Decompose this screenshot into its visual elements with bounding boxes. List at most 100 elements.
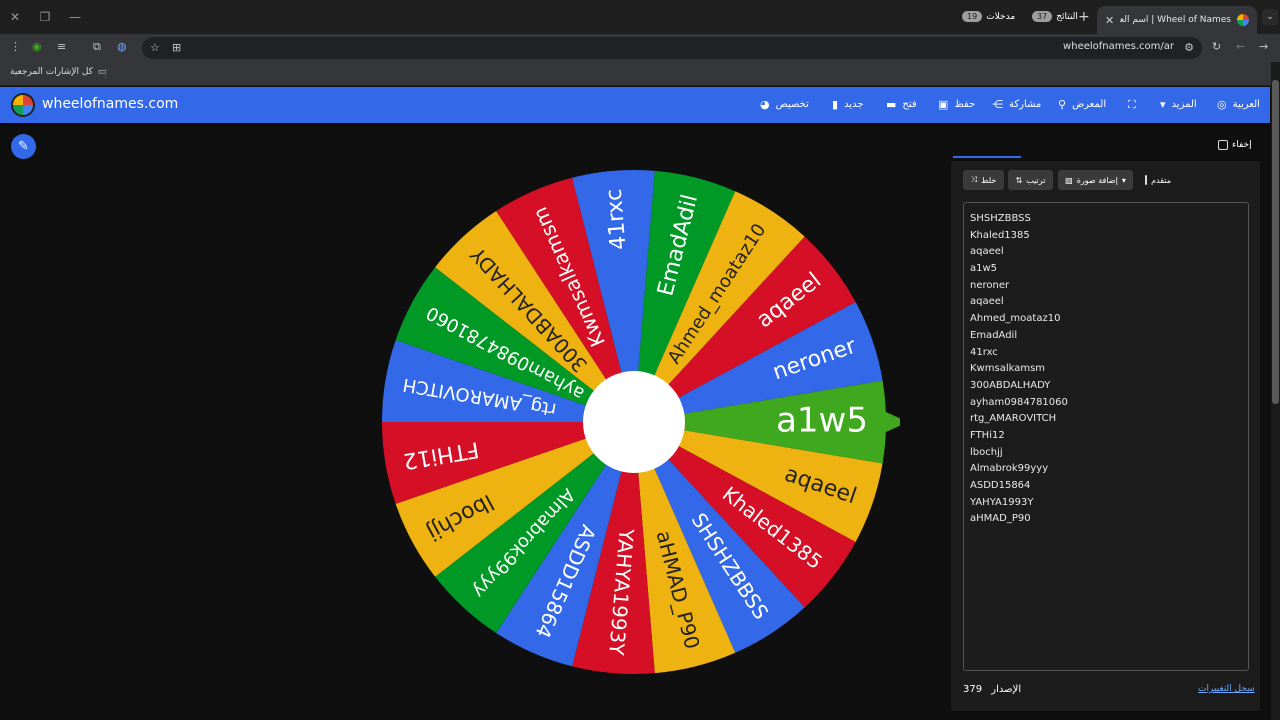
logo-icon[interactable] [11,93,35,117]
all-bookmarks-label: كل الإشارات المرجعية [10,67,93,77]
add-image-button[interactable]: ▨ إضافة صورة ▾ [1058,170,1133,190]
close-tab-icon[interactable]: ✕ [1105,14,1114,27]
address-bar[interactable]: ☆ ⊞ wheelofnames.com/ar ⚙ [142,37,1202,59]
sort-icon: ⇅ [1015,175,1023,185]
hide-toggle[interactable]: إخفاء [1218,140,1252,150]
entry-line: YAHYA1993Y [970,496,1034,508]
entry-line: Almabrok99yyy [970,463,1049,475]
add-image-label: إضافة صورة [1076,175,1118,185]
changelog-link[interactable]: سجل التغييرات [1198,684,1255,694]
language-menu[interactable]: ◎ العربية [1217,98,1260,111]
brand-name[interactable]: wheelofnames.com [42,96,178,112]
entry-line: aHMAD_P90 [970,513,1031,525]
file-icon: ▮ [832,98,839,111]
shuffle-label: خلط [981,175,997,185]
menu-dots-icon[interactable]: ⋮ [10,40,21,53]
save-button[interactable]: ▣ حفظ [938,98,975,111]
restore-window-icon[interactable]: ❐ [36,8,54,26]
wheel-segment-label: a1w5 [776,401,868,441]
more-menu[interactable]: ▾ المزيد [1160,98,1197,111]
advanced-label: متقدم [1151,175,1171,185]
caret-down-icon: ▾ [1121,175,1126,185]
close-window-icon[interactable]: ✕ [6,8,24,26]
entry-line: FTHi12 [970,429,1005,441]
advanced-checkbox[interactable] [1145,175,1148,185]
share-label: مشاركة [1009,99,1042,110]
browser-toolbar: ⋮ ◉ ≡ ⧉ ◍ ☆ ⊞ wheelofnames.com/ar ⚙ ↻ ← … [0,34,1280,62]
version-number: 379 [963,684,983,695]
hide-label: إخفاء [1232,140,1252,150]
entry-line: ASDD15864 [970,480,1031,491]
app-header: wheelofnames.com ◕ تخصيص ▮ جديد ▬ فتح ▣ … [0,87,1270,123]
wheel-container[interactable]: a1w5 aqaeel Khaled1385 SHSHZBBSS aHMAD_P90 YA… [370,145,908,705]
tab-search-icon[interactable]: ⌄ [1262,9,1278,25]
version-info: الإصدار 379 [963,684,1021,695]
save-label: حفظ [954,99,976,110]
tab-title: Wheel of Names | اسم العشوائي [1120,15,1231,25]
entry-line: lbochjj [970,446,1003,458]
edit-pencil-button[interactable]: ✎ [11,134,36,159]
entry-line: SHSHZBBSS [970,213,1031,224]
fullscreen-button[interactable]: ⛶ [1128,98,1136,112]
tab-entries[interactable]: مدخلات 19 [962,11,1015,22]
wheel-segment-label: 41rxc [602,188,632,251]
url-text: wheelofnames.com/ar [1063,41,1174,52]
back-icon[interactable]: → [1259,40,1268,53]
results-count-badge: 37 [1032,11,1053,22]
open-label: فتح [902,99,917,110]
wheel-center-button[interactable] [583,371,685,473]
language-label: العربية [1232,99,1260,110]
gallery-button[interactable]: ⚲ المعرض [1058,98,1106,111]
bookmarks-bar: ▭ كل الإشارات المرجعية | [0,62,1280,86]
tab-results-label: النتائج [1056,11,1078,22]
entry-line: Khaled1385 [970,229,1030,241]
folder-open-icon: ▬ [886,98,897,111]
entries-textarea[interactable]: SHSHZBBSS Khaled1385 aqaeel a1w5 neroner aqae… [963,202,1249,671]
share-button[interactable]: ⋲ مشاركة [992,98,1041,111]
entry-line: ayham0984781060 [970,396,1068,408]
entry-line: Kwmsalkamsm [970,363,1046,375]
scrollbar-thumb[interactable] [1272,80,1279,404]
advanced-toggle[interactable]: متقدم [1140,170,1176,190]
customize-label: تخصيص [775,99,809,110]
shuffle-icon: ⤨ [970,175,978,184]
new-button[interactable]: ▮ جديد [832,98,864,111]
pointer-arrow-icon [875,407,908,437]
tab-results[interactable]: النتائج 37 [1032,11,1078,22]
translate-icon[interactable]: ⊞ [172,41,181,54]
extensions-puzzle-icon[interactable]: ⧉ [93,40,101,54]
wheel[interactable]: a1w5aqaeelKhaled1385SHSHZBBSSaHMAD_P90YA… [370,145,908,705]
entry-line: Ahmed_moataz10 [970,313,1061,325]
open-button[interactable]: ▬ فتح [886,98,917,111]
globe-icon: ◎ [1217,98,1227,111]
pencil-icon: ✎ [18,139,29,154]
customize-button[interactable]: ◕ تخصيص [760,98,809,111]
more-label: المزيد [1171,99,1197,110]
image-icon: ▨ [1065,175,1073,185]
entry-line: neroner [970,279,1010,291]
media-icon[interactable]: ≡ [57,40,66,53]
sort-label: ترتيب [1026,175,1046,185]
active-tab-indicator [953,156,1021,158]
browser-tab-strip: ✕ ❐ — + ✕ Wheel of Names | اسم العشوائي … [0,0,1280,34]
minimize-window-icon[interactable]: — [66,8,84,26]
extension-icon[interactable]: ◉ [32,40,42,53]
entry-line: aqaeel [970,296,1004,308]
forward-icon[interactable]: ← [1236,40,1245,53]
divider: | [104,66,108,79]
save-icon: ▣ [938,98,949,111]
new-label: جديد [844,99,864,110]
cast-icon[interactable]: ◍ [117,40,127,53]
tab-entries-label: مدخلات [986,11,1016,22]
hide-checkbox[interactable] [1218,140,1228,150]
shuffle-button[interactable]: ⤨ خلط [963,170,1004,190]
fullscreen-icon: ⛶ [1128,98,1136,111]
new-tab-icon[interactable]: + [1078,9,1090,25]
sort-button[interactable]: ⇅ ترتيب [1008,170,1053,190]
bookmark-star-icon[interactable]: ☆ [150,41,160,54]
all-bookmarks[interactable]: ▭ كل الإشارات المرجعية [10,67,106,77]
site-settings-icon[interactable]: ⚙ [1184,41,1194,54]
reload-icon[interactable]: ↻ [1212,40,1221,53]
browser-tab[interactable]: ✕ Wheel of Names | اسم العشوائي [1097,6,1257,34]
entry-line: a1w5 [970,263,998,275]
